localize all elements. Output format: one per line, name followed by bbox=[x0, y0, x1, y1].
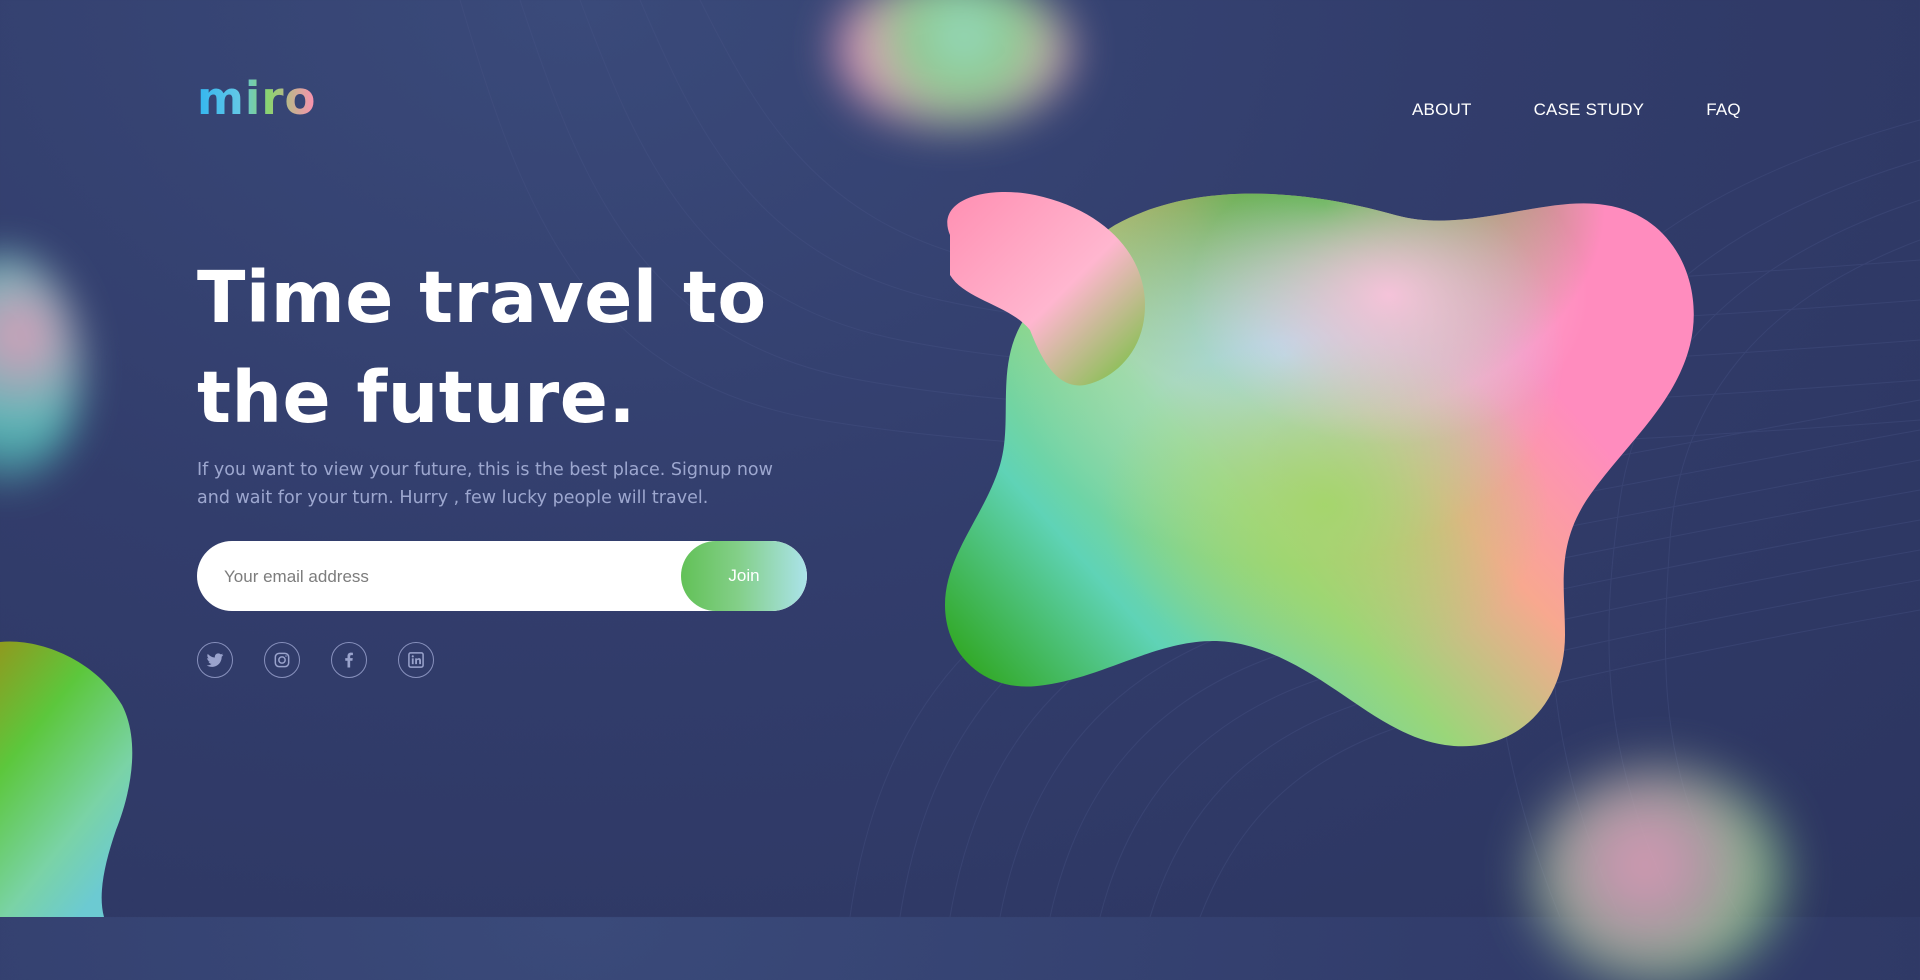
miro-logo[interactable]: miro bbox=[197, 76, 316, 121]
email-input[interactable] bbox=[222, 541, 646, 611]
nav-link-faq[interactable]: FAQ bbox=[1706, 100, 1741, 120]
blurred-orb-left bbox=[0, 255, 80, 485]
hero-subtitle-line-2: and wait for your turn. Hurry , few luck… bbox=[197, 488, 709, 508]
social-links bbox=[197, 642, 434, 678]
hero-subtitle: If you want to view your future, this is… bbox=[197, 456, 797, 512]
signup-form: Join bbox=[197, 541, 807, 611]
social-link-twitter[interactable] bbox=[197, 642, 233, 678]
blurred-orb-bottom-right bbox=[1535, 770, 1780, 980]
blurred-orb-top bbox=[835, 0, 1070, 125]
hero-title: Time travel to the future. bbox=[197, 248, 767, 448]
social-link-facebook[interactable] bbox=[331, 642, 367, 678]
join-button[interactable]: Join bbox=[681, 541, 807, 611]
main-nav: ABOUT CASE STUDY FAQ bbox=[1412, 100, 1741, 120]
hero-title-line-1: Time travel to bbox=[197, 256, 767, 339]
nav-link-case-study[interactable]: CASE STUDY bbox=[1534, 100, 1645, 120]
instagram-icon bbox=[274, 652, 290, 668]
twitter-icon bbox=[206, 653, 224, 667]
social-link-instagram[interactable] bbox=[264, 642, 300, 678]
hero-subtitle-line-1: If you want to view your future, this is… bbox=[197, 460, 773, 480]
gradient-blob-hero bbox=[945, 191, 1694, 747]
linkedin-icon bbox=[408, 652, 424, 668]
hero-title-line-2: the future. bbox=[197, 356, 636, 439]
gradient-blob-bottom-left bbox=[0, 641, 133, 917]
social-link-linkedin[interactable] bbox=[398, 642, 434, 678]
nav-link-about[interactable]: ABOUT bbox=[1412, 100, 1472, 120]
facebook-icon bbox=[345, 652, 353, 668]
